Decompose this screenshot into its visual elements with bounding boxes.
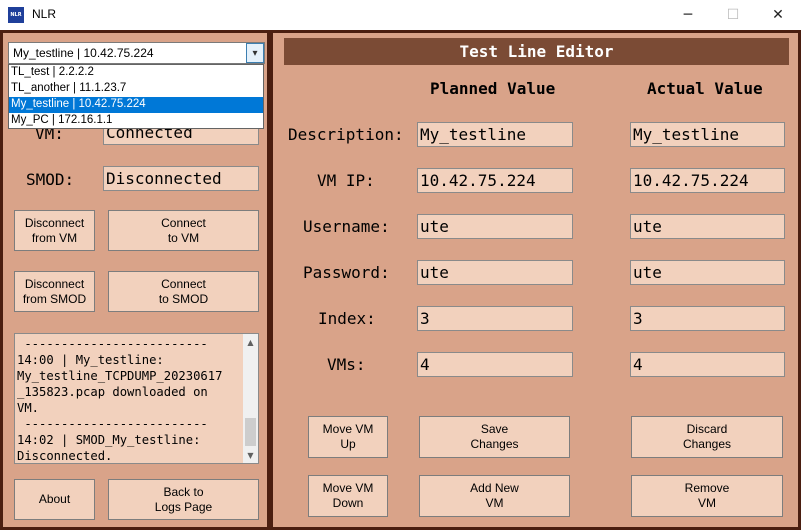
planned-vms-input[interactable]: 4 <box>417 352 573 377</box>
window-title: NLR <box>32 7 57 21</box>
actual-value-header: Actual Value <box>647 79 763 98</box>
scrollbar-thumb[interactable] <box>245 418 256 446</box>
row-label: Password: <box>303 263 390 282</box>
actual-password-field: ute <box>630 260 785 285</box>
add-new-vm-button[interactable]: Add New VM <box>419 475 570 517</box>
testline-dropdown-list[interactable]: TL_test | 2.2.2.2 TL_another | 11.1.23.7… <box>8 64 264 129</box>
row-label: VM IP: <box>317 171 375 190</box>
planned-password-input[interactable]: ute <box>417 260 573 285</box>
app-logo-icon: NLR <box>8 7 24 23</box>
row-label: Username: <box>303 217 390 236</box>
maximize-icon[interactable]: ☐ <box>710 0 756 30</box>
editor-title: Test Line Editor <box>284 38 789 65</box>
planned-username-input[interactable]: ute <box>417 214 573 239</box>
close-icon[interactable]: ✕ <box>755 0 801 30</box>
planned-description-input[interactable]: My_testline <box>417 122 573 147</box>
connect-smod-button[interactable]: Connect to SMOD <box>108 271 259 312</box>
log-text: ------------------------- 14:00 | My_tes… <box>17 337 223 463</box>
dropdown-option-selected[interactable]: My_testline | 10.42.75.224 <box>9 97 263 113</box>
actual-vm-ip-field: 10.42.75.224 <box>630 168 785 193</box>
actual-index-field: 3 <box>630 306 785 331</box>
scroll-down-icon[interactable]: ▼ <box>243 447 258 463</box>
smod-label: SMOD: <box>26 170 75 189</box>
connect-vm-button[interactable]: Connect to VM <box>108 210 259 251</box>
actual-description-field: My_testline <box>630 122 785 147</box>
dropdown-option[interactable]: TL_test | 2.2.2.2 <box>9 65 263 81</box>
save-changes-button[interactable]: Save Changes <box>419 416 570 458</box>
disconnect-vm-button[interactable]: Disconnect from VM <box>14 210 95 251</box>
dropdown-option[interactable]: My_PC | 172.16.1.1 <box>9 113 263 129</box>
dropdown-option[interactable]: TL_another | 11.1.23.7 <box>9 81 263 97</box>
planned-index-input[interactable]: 3 <box>417 306 573 331</box>
actual-vms-field: 4 <box>630 352 785 377</box>
move-vm-down-button[interactable]: Move VM Down <box>308 475 388 517</box>
remove-vm-button[interactable]: Remove VM <box>631 475 783 517</box>
scroll-up-icon[interactable]: ▲ <box>243 334 258 350</box>
planned-vm-ip-input[interactable]: 10.42.75.224 <box>417 168 573 193</box>
minimize-icon[interactable]: ─ <box>665 0 711 30</box>
planned-value-header: Planned Value <box>430 79 556 98</box>
log-textbox[interactable]: ------------------------- 14:00 | My_tes… <box>14 333 259 464</box>
row-label: Description: <box>288 125 404 144</box>
move-vm-up-button[interactable]: Move VM Up <box>308 416 388 458</box>
chevron-down-icon[interactable]: ▾ <box>246 43 264 63</box>
actual-username-field: ute <box>630 214 785 239</box>
disconnect-smod-button[interactable]: Disconnect from SMOD <box>14 271 95 312</box>
row-label: Index: <box>318 309 376 328</box>
discard-changes-button[interactable]: Discard Changes <box>631 416 783 458</box>
row-label: VMs: <box>327 355 366 374</box>
about-button[interactable]: About <box>14 479 95 520</box>
back-to-logs-button[interactable]: Back to Logs Page <box>108 479 259 520</box>
smod-status-field: Disconnected <box>103 166 259 191</box>
testline-select[interactable]: My_testline | 10.42.75.224 <box>8 42 265 64</box>
